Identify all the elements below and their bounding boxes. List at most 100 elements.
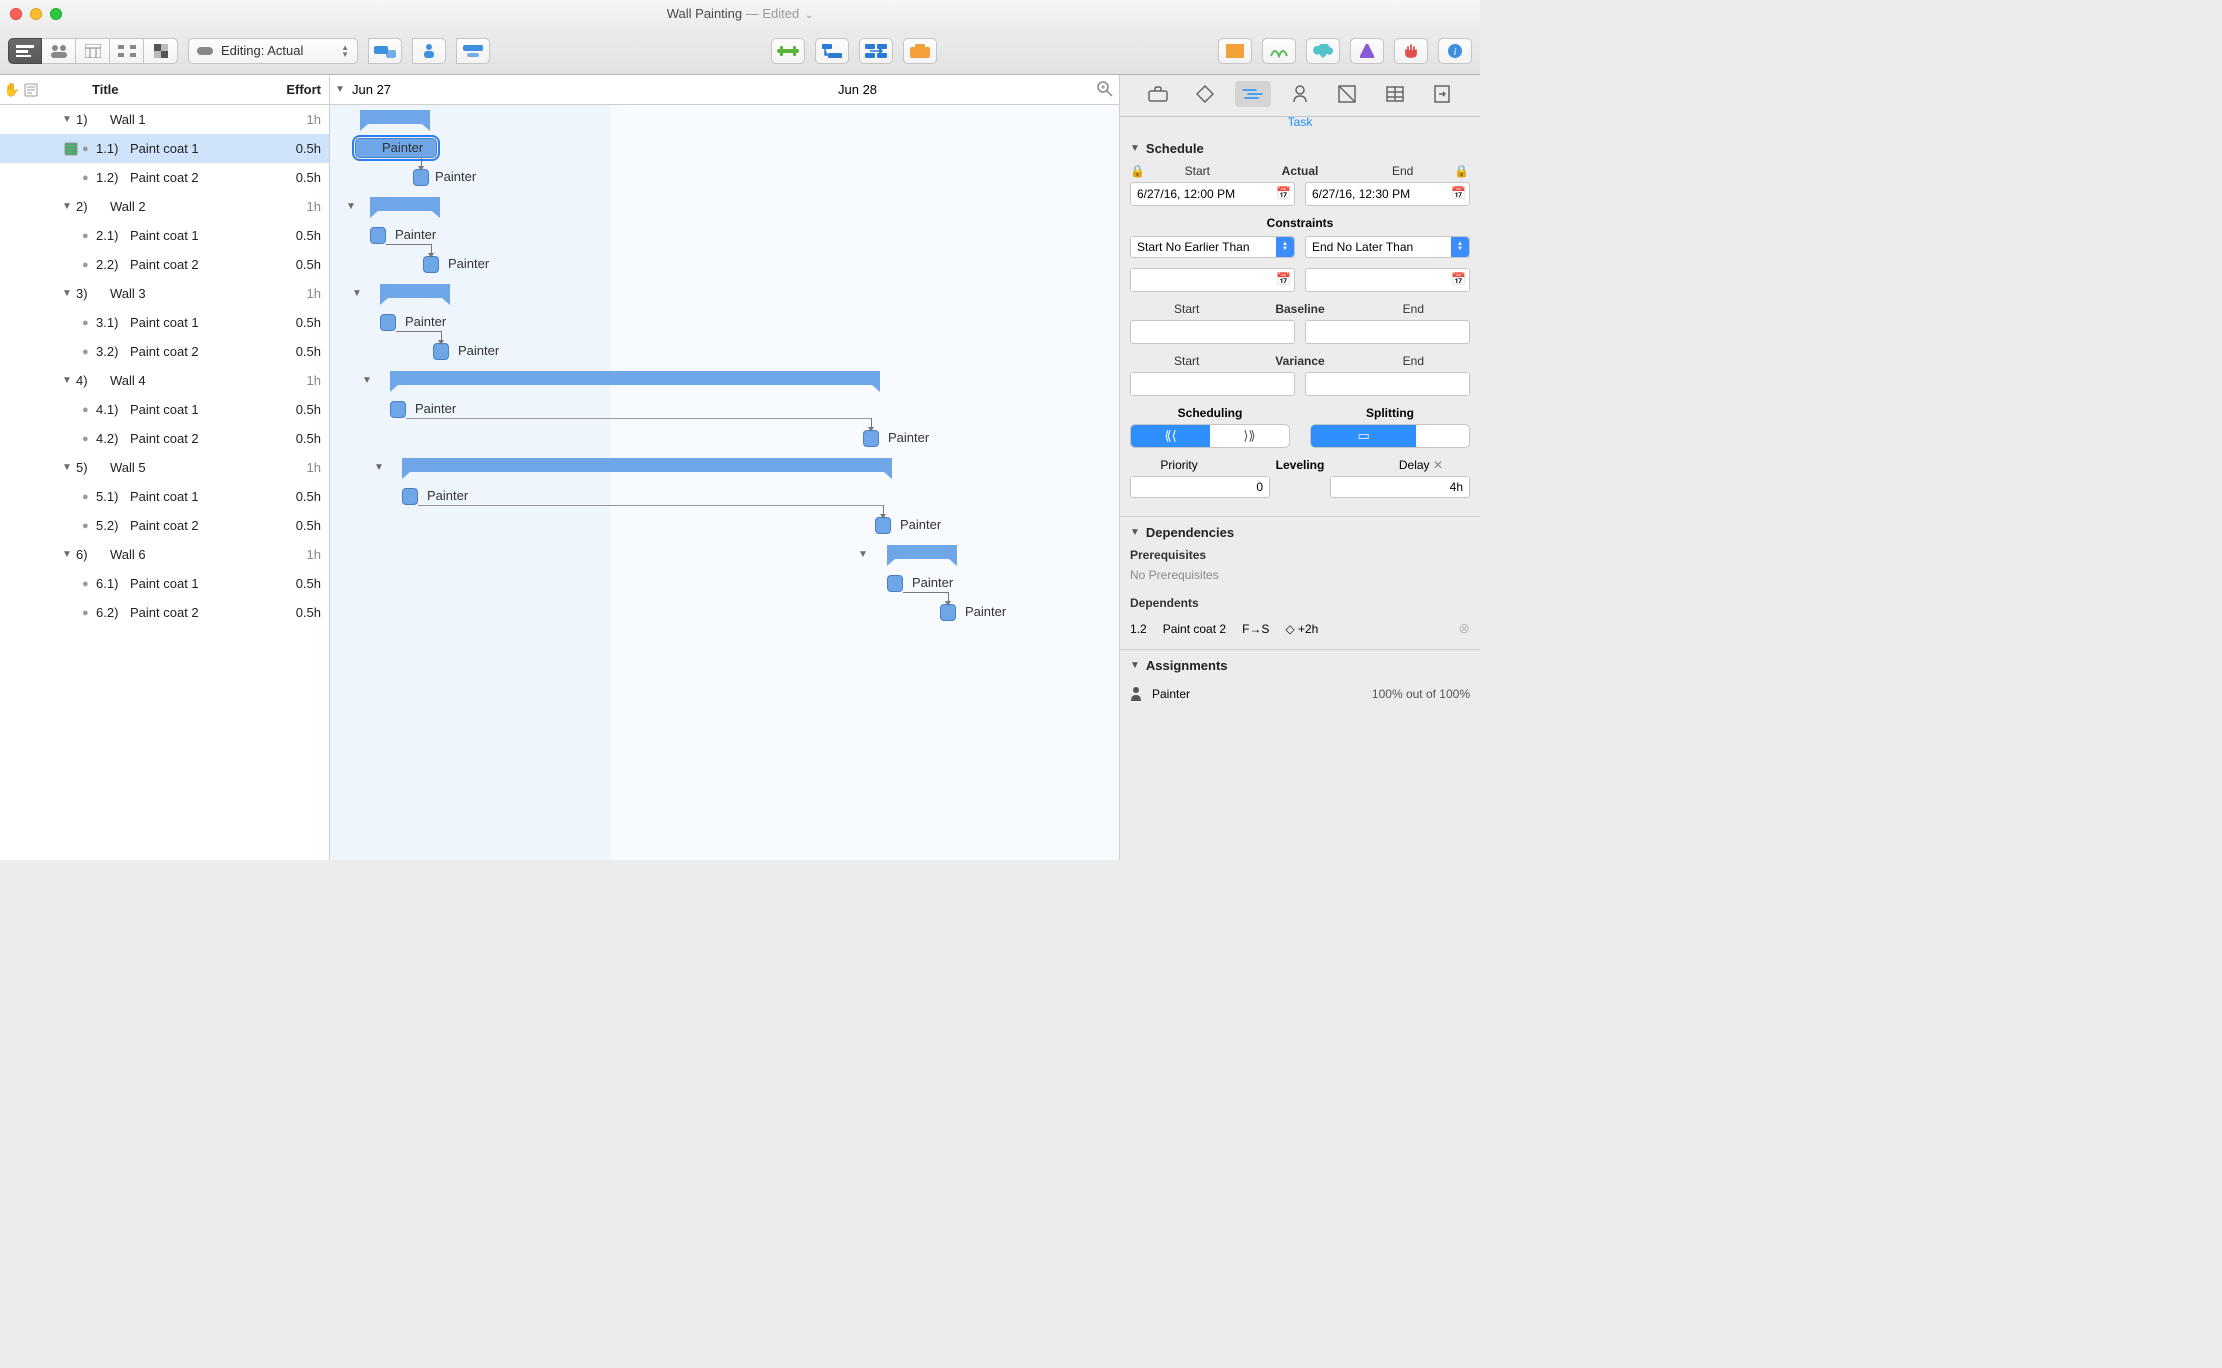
row-effort[interactable]: 0.5h (269, 576, 329, 591)
disclosure-icon[interactable]: ▼ (330, 75, 350, 104)
reschedule-button[interactable] (859, 38, 893, 64)
disclosure-icon[interactable]: ▼ (62, 288, 76, 299)
simulation-button[interactable] (1262, 38, 1296, 64)
grab-icon[interactable]: ✋ (0, 82, 24, 98)
dependent-row[interactable]: 1.2 Paint coat 2 F→S ◇ +2h ⊗ (1130, 616, 1470, 641)
gantt-task-bar[interactable] (370, 227, 386, 244)
outline-task-row[interactable]: ●3.2) Paint coat 20.5h (0, 337, 329, 366)
tab-milestones[interactable] (1187, 81, 1223, 107)
gantt-timescale[interactable]: ▼ Jun 27 Jun 28 (330, 75, 1119, 105)
leveling-button[interactable] (771, 38, 805, 64)
section-schedule-header[interactable]: ▼Schedule (1130, 141, 1470, 156)
row-effort[interactable]: 1h (269, 286, 329, 301)
row-effort[interactable]: 1h (269, 373, 329, 388)
tab-project[interactable] (1140, 81, 1176, 107)
row-title[interactable]: Paint coat 2 (130, 170, 269, 185)
row-title[interactable]: Wall 6 (110, 547, 269, 562)
section-dependencies-header[interactable]: ▼Dependencies (1130, 525, 1470, 540)
view-styles-button[interactable] (144, 38, 178, 64)
view-network-button[interactable] (110, 38, 144, 64)
reports-button[interactable] (1218, 38, 1252, 64)
note-icon[interactable] (34, 142, 82, 156)
disclosure-icon[interactable]: ▼ (374, 462, 384, 473)
row-effort[interactable]: 0.5h (269, 431, 329, 446)
outline-task-row[interactable]: ●1.1) Paint coat 10.5h (0, 134, 329, 163)
splitting-segment[interactable]: ▭ (1310, 424, 1470, 448)
gantt-summary-bar[interactable] (887, 545, 957, 559)
assignment-row[interactable]: Painter 100% out of 100% (1130, 681, 1470, 707)
remove-dependent-icon[interactable]: ⊗ (1458, 620, 1470, 637)
row-effort[interactable]: 1h (269, 199, 329, 214)
gantt-task-bar[interactable] (887, 575, 903, 592)
gantt-task-bar[interactable] (433, 343, 449, 360)
add-resource-button[interactable] (412, 38, 446, 64)
outline-group-row[interactable]: ▼2) Wall 21h (0, 192, 329, 221)
row-effort[interactable]: 0.5h (269, 141, 329, 156)
constraint-end-popup[interactable]: End No Later Than▲▼ (1305, 236, 1470, 258)
delay-field[interactable]: 4h (1330, 476, 1470, 498)
outline-task-row[interactable]: ●6.2) Paint coat 20.5h (0, 598, 329, 627)
calendar-icon[interactable]: 📅 (1451, 186, 1466, 200)
tab-styles[interactable] (1329, 81, 1365, 107)
disclosure-icon[interactable]: ▼ (858, 549, 868, 560)
disclosure-icon[interactable]: ▼ (62, 375, 76, 386)
row-title[interactable]: Paint coat 2 (130, 257, 269, 272)
outline-group-row[interactable]: ▼3) Wall 31h (0, 279, 329, 308)
gantt-task-bar[interactable] (875, 517, 891, 534)
outline-group-row[interactable]: ▼1) Wall 11h (0, 105, 329, 134)
view-calendar-button[interactable] (76, 38, 110, 64)
outline-group-row[interactable]: ▼4) Wall 41h (0, 366, 329, 395)
calendar-icon[interactable]: 📅 (1451, 272, 1466, 286)
gantt-summary-bar[interactable] (402, 458, 892, 472)
calendar-icon[interactable]: 📅 (1276, 186, 1291, 200)
gantt-summary-bar[interactable] (380, 284, 450, 298)
row-title[interactable]: Paint coat 2 (130, 518, 269, 533)
gantt-summary-bar[interactable] (390, 371, 880, 385)
row-effort[interactable]: 0.5h (269, 518, 329, 533)
row-effort[interactable]: 1h (269, 547, 329, 562)
constraint-start-date[interactable]: 📅 (1130, 268, 1295, 292)
row-title[interactable]: Wall 5 (110, 460, 269, 475)
disclosure-icon[interactable]: ▼ (62, 114, 76, 125)
gantt-task-bar[interactable] (863, 430, 879, 447)
row-title[interactable]: Paint coat 1 (130, 576, 269, 591)
row-effort[interactable]: 0.5h (269, 228, 329, 243)
gantt-task-bar[interactable] (380, 314, 396, 331)
row-title[interactable]: Wall 1 (110, 112, 269, 127)
row-title[interactable]: Paint coat 1 (130, 141, 269, 156)
row-title[interactable]: Paint coat 1 (130, 315, 269, 330)
outline-task-row[interactable]: ●4.2) Paint coat 20.5h (0, 424, 329, 453)
editing-mode-popup[interactable]: Editing: Actual ▲▼ (188, 38, 358, 64)
gantt-pane[interactable]: ▼ Jun 27 Jun 28 PainterPainter▼PainterPa… (330, 75, 1120, 860)
disclosure-icon[interactable]: ▼ (346, 201, 356, 212)
disclosure-icon[interactable]: ▼ (362, 375, 372, 386)
row-title[interactable]: Wall 3 (110, 286, 269, 301)
window-title[interactable]: Wall Painting — Edited ⌄ (0, 6, 1480, 21)
row-effort[interactable]: 0.5h (269, 257, 329, 272)
row-effort[interactable]: 0.5h (269, 489, 329, 504)
outline-task-row[interactable]: ●6.1) Paint coat 10.5h (0, 569, 329, 598)
catch-up-button[interactable] (815, 38, 849, 64)
tab-custom-data[interactable] (1377, 81, 1413, 107)
outline-task-row[interactable]: ●2.1) Paint coat 10.5h (0, 221, 329, 250)
view-resources-button[interactable] (42, 38, 76, 64)
constraint-start-popup[interactable]: Start No Earlier Than▲▼ (1130, 236, 1295, 258)
disclosure-icon[interactable]: ▼ (352, 288, 362, 299)
row-effort[interactable]: 0.5h (269, 344, 329, 359)
actual-end-field[interactable]: 6/27/16, 12:30 PM📅 (1305, 182, 1470, 206)
constraint-end-date[interactable]: 📅 (1305, 268, 1470, 292)
outline-task-row[interactable]: ●1.2) Paint coat 20.5h (0, 163, 329, 192)
gantt-task-bar[interactable] (390, 401, 406, 418)
add-task-button[interactable] (368, 38, 402, 64)
row-title[interactable]: Paint coat 2 (130, 344, 269, 359)
tab-task[interactable] (1235, 81, 1271, 107)
snapshot-button[interactable] (903, 38, 937, 64)
gantt-summary-bar[interactable] (370, 197, 440, 211)
outline-task-row[interactable]: ●3.1) Paint coat 10.5h (0, 308, 329, 337)
baseline-start-field[interactable] (1130, 320, 1295, 344)
calendar-icon[interactable]: 📅 (1276, 272, 1291, 286)
row-effort[interactable]: 0.5h (269, 170, 329, 185)
row-title[interactable]: Paint coat 1 (130, 402, 269, 417)
disclosure-icon[interactable]: ▼ (62, 201, 76, 212)
row-title[interactable]: Wall 2 (110, 199, 269, 214)
